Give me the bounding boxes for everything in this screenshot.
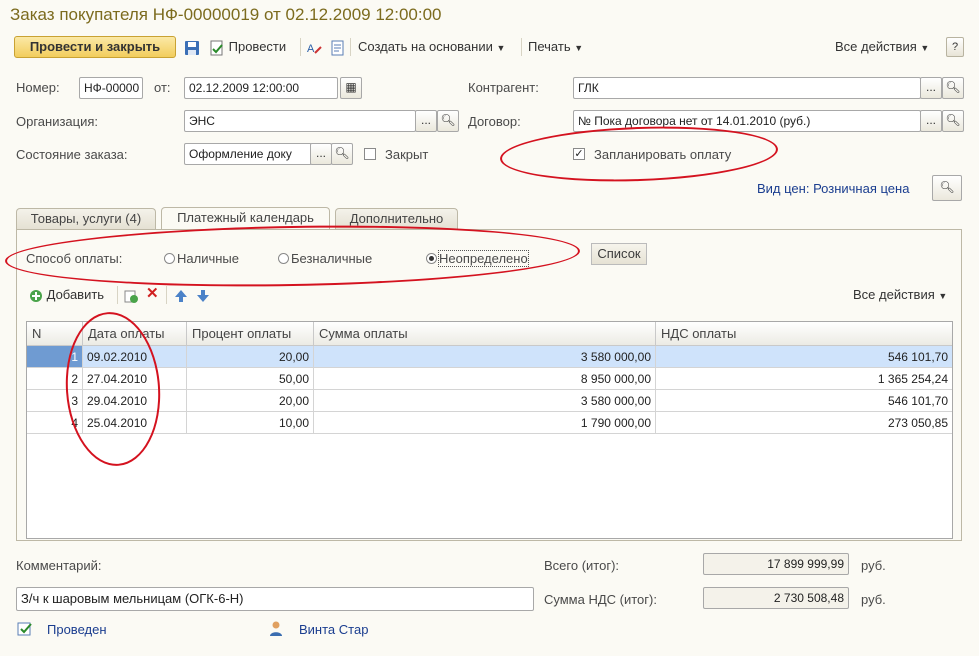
search-icon[interactable]: 🔍︎ (942, 77, 964, 99)
total-currency: руб. (861, 558, 886, 573)
payment-amount: 8 950 000,00 (314, 368, 656, 390)
search-icon[interactable]: 🔍︎ (437, 110, 459, 132)
comment-field[interactable]: З/ч к шаровым мельницам (ОГК-6-Н) (16, 587, 534, 611)
add-label: Добавить (46, 287, 105, 302)
date-field[interactable]: 02.12.2009 12:00:00 (184, 77, 338, 99)
add-icon (30, 289, 42, 302)
payment-percent: 20,00 (187, 390, 314, 412)
column-header-amount[interactable]: Сумма оплаты (314, 322, 656, 346)
toolbar-divider (166, 286, 167, 304)
document-structure-icon[interactable] (330, 38, 346, 56)
vat-total-label: Сумма НДС (итог): (544, 592, 657, 607)
chevron-down-icon: ▼ (574, 43, 584, 53)
column-header-vat[interactable]: НДС оплаты (656, 322, 952, 346)
closed-checkbox[interactable] (364, 148, 376, 160)
move-down-icon[interactable] (196, 286, 210, 304)
create-based-on-menu[interactable]: Создать на основании ▼ (358, 38, 505, 56)
post-button[interactable]: Провести (209, 38, 286, 56)
from-label: от: (154, 80, 171, 95)
table-row[interactable]: 3 29.04.2010 20,00 3 580 000,00 546 101,… (27, 390, 952, 412)
author-name: Винта Стар (299, 622, 369, 637)
payment-amount: 3 580 000,00 (314, 390, 656, 412)
copy-row-icon[interactable] (123, 286, 139, 304)
toolbar-divider (300, 38, 301, 56)
grid-all-actions-label: Все действия (853, 287, 935, 302)
payment-percent: 10,00 (187, 412, 314, 434)
contractor-label: Контрагент: (468, 80, 539, 95)
payment-vat: 546 101,70 (656, 390, 952, 412)
post-and-close-button[interactable]: Провести и закрыть (14, 36, 176, 58)
price-type-link[interactable]: Вид цен: Розничная цена (757, 181, 909, 196)
add-row-button[interactable]: Добавить (29, 286, 104, 304)
calendar-icon[interactable]: ▦ (340, 77, 362, 99)
ellipsis-select-button[interactable]: ... (310, 143, 332, 165)
print-label: Печать (528, 39, 571, 54)
print-menu[interactable]: Печать ▼ (528, 38, 583, 56)
list-button[interactable]: Список (591, 243, 647, 265)
comment-label: Комментарий: (16, 558, 102, 573)
total-label: Всего (итог): (544, 558, 620, 573)
toolbar-divider (521, 38, 522, 56)
search-icon[interactable]: 🔍︎ (331, 143, 353, 165)
vat-total-value: 2 730 508,48 (703, 587, 849, 609)
column-header-percent[interactable]: Процент оплаты (187, 322, 314, 346)
payment-schedule-table[interactable]: N Дата оплаты Процент оплаты Сумма оплат… (26, 321, 953, 539)
save-icon[interactable] (184, 38, 200, 56)
help-button[interactable]: ? (946, 37, 964, 57)
payment-percent: 50,00 (187, 368, 314, 390)
payment-amount: 1 790 000,00 (314, 412, 656, 434)
posted-icon (17, 621, 35, 640)
user-icon (269, 621, 283, 640)
closed-label: Закрыт (385, 147, 429, 162)
table-row[interactable]: 4 25.04.2010 10,00 1 790 000,00 273 050,… (27, 412, 952, 434)
move-up-icon[interactable] (174, 286, 188, 304)
chevron-down-icon: ▼ (496, 43, 506, 53)
payment-vat: 1 365 254,24 (656, 368, 952, 390)
create-based-on-label: Создать на основании (358, 39, 493, 54)
order-status-field[interactable]: Оформление доку (184, 143, 312, 165)
annotation-oval (499, 122, 779, 186)
window-title: Заказ покупателя НФ-00000019 от 02.12.20… (10, 5, 442, 24)
delete-icon[interactable]: ✕ (146, 285, 159, 303)
number-field[interactable]: НФ-00000 (79, 77, 143, 99)
all-actions-menu[interactable]: Все действия ▼ (835, 38, 929, 56)
all-actions-label: Все действия (835, 39, 917, 54)
ellipsis-select-button[interactable]: ... (920, 110, 942, 132)
chevron-down-icon: ▼ (920, 43, 930, 53)
grid-all-actions-menu[interactable]: Все действия ▼ (853, 286, 947, 304)
search-icon[interactable]: 🔍︎ (932, 175, 962, 201)
toolbar-divider (350, 38, 351, 56)
number-label: Номер: (16, 80, 60, 95)
order-status-label: Состояние заказа: (16, 147, 128, 162)
payment-percent: 20,00 (187, 346, 314, 368)
post-label: Провести (228, 39, 287, 54)
chevron-down-icon: ▼ (938, 291, 948, 301)
posted-status: Проведен (47, 622, 107, 637)
total-value: 17 899 999,99 (703, 553, 849, 575)
payment-vat: 546 101,70 (656, 346, 952, 368)
organization-field[interactable]: ЭНС (184, 110, 416, 132)
contractor-field[interactable]: ГЛК (573, 77, 921, 99)
table-row[interactable]: 1 09.02.2010 20,00 3 580 000,00 546 101,… (27, 346, 952, 368)
payment-vat: 273 050,85 (656, 412, 952, 434)
payment-amount: 3 580 000,00 (314, 346, 656, 368)
toolbar-divider (117, 286, 118, 304)
tab-goods[interactable]: Товары, услуги (4) (16, 208, 156, 230)
ellipsis-select-button[interactable]: ... (415, 110, 437, 132)
movements-icon[interactable]: A (306, 38, 322, 56)
ellipsis-select-button[interactable]: ... (920, 77, 942, 99)
vat-currency: руб. (861, 592, 886, 607)
post-icon (210, 40, 223, 56)
organization-label: Организация: (16, 114, 99, 129)
search-icon[interactable]: 🔍︎ (942, 110, 964, 132)
contract-label: Договор: (468, 114, 521, 129)
svg-text:A: A (307, 43, 315, 55)
table-row[interactable]: 2 27.04.2010 50,00 8 950 000,00 1 365 25… (27, 368, 952, 390)
